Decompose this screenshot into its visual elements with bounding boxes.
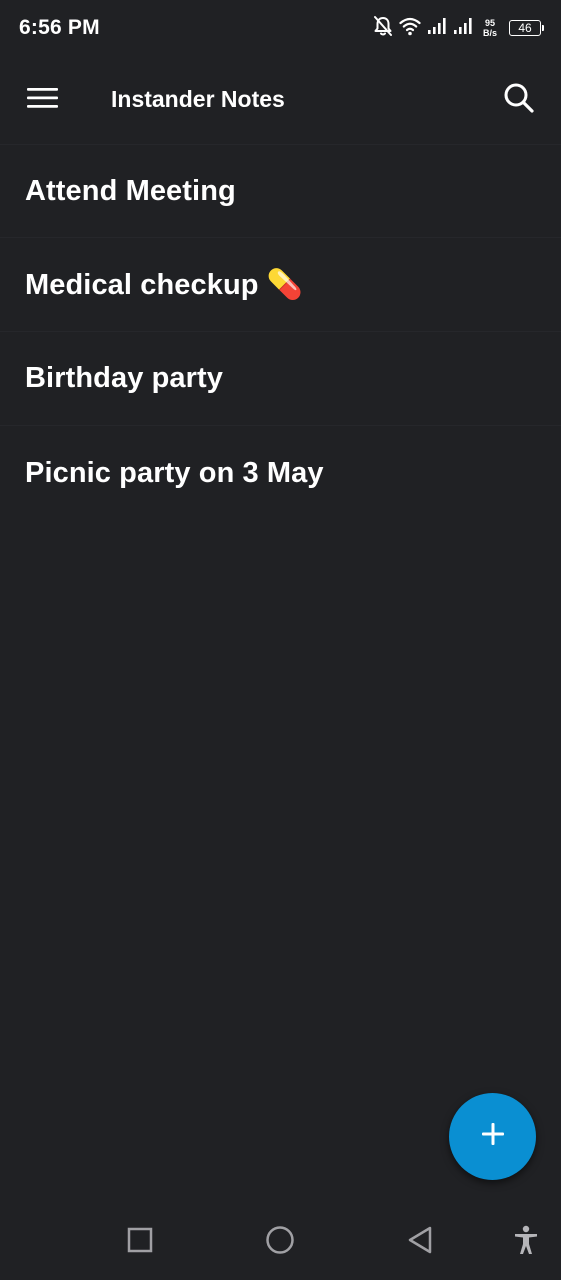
accessibility-icon (513, 1225, 539, 1260)
recents-button[interactable] (120, 1222, 160, 1262)
accessibility-button[interactable] (506, 1222, 546, 1262)
note-item[interactable]: Attend Meeting (0, 144, 561, 238)
page-title: Instander Notes (111, 86, 285, 112)
battery-level: 46 (518, 21, 532, 35)
note-title: Birthday party (25, 362, 223, 394)
wifi-icon (399, 16, 421, 41)
add-note-button[interactable] (449, 1093, 536, 1180)
menu-button[interactable] (22, 84, 64, 116)
hamburger-menu-icon (27, 86, 59, 115)
status-time: 6:56 PM (19, 16, 100, 39)
note-title: Picnic party on 3 May (25, 456, 324, 489)
back-triangle-icon (406, 1225, 434, 1260)
status-icons: 95 B/s 46 (373, 15, 544, 42)
network-speed-unit: B/s (482, 28, 497, 38)
search-button[interactable] (499, 80, 539, 120)
recents-square-icon (127, 1227, 153, 1258)
signal-icon (453, 17, 473, 40)
signal-icon (427, 17, 447, 40)
back-button[interactable] (400, 1222, 440, 1262)
home-button[interactable] (260, 1222, 300, 1262)
status-bar: 6:56 PM 95 B/s 46 (0, 0, 561, 56)
app-bar: Instander Notes (0, 56, 561, 144)
note-title: Attend Meeting (25, 174, 236, 207)
system-nav-bar (0, 1200, 561, 1280)
note-item[interactable]: Medical checkup 💊 (0, 238, 561, 332)
network-speed: 95 B/s (483, 18, 497, 38)
plus-icon (480, 1121, 506, 1152)
battery-icon: 46 (509, 20, 544, 36)
note-item[interactable]: Picnic party on 3 May (0, 426, 561, 520)
network-speed-value: 95 (484, 18, 495, 28)
home-circle-icon (265, 1225, 295, 1260)
note-title: Medical checkup 💊 (25, 268, 303, 301)
bell-off-icon (373, 15, 393, 42)
notes-list: Attend Meeting Medical checkup 💊 Birthda… (0, 144, 561, 520)
search-icon (503, 82, 535, 119)
note-item[interactable]: Birthday party (0, 332, 561, 426)
